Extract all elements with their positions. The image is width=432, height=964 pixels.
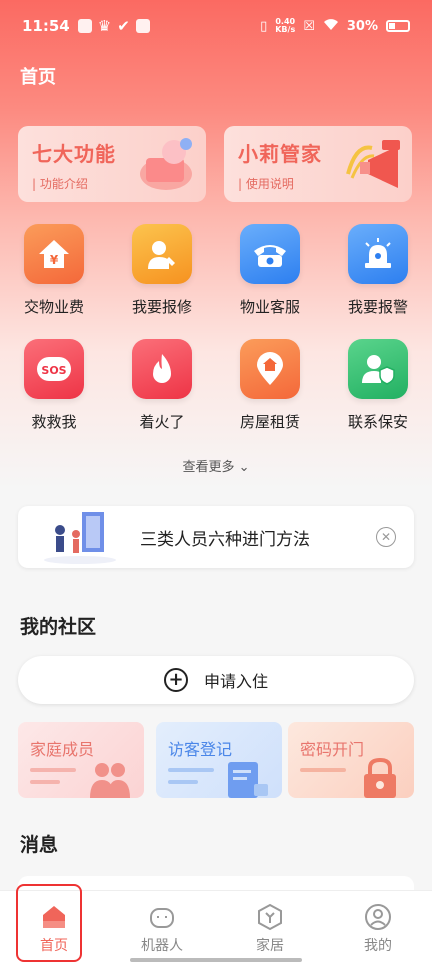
tab-profile[interactable]: 我的 [324,891,432,964]
decor-line [168,768,214,772]
status-bar: 11:54 ♛ ✔ ▯ 0.40 KB/s ☒ 30% [0,0,432,52]
service-label: 我要报警 [347,298,408,316]
decor-line [300,768,346,772]
chevron-down-icon: ⌄ [238,460,250,475]
profile-icon [365,904,391,930]
service-fire[interactable]: 着火了 [108,339,216,432]
security-guard-icon [348,339,408,399]
svg-text:SOS: SOS [41,364,66,377]
service-label: 联系保安 [347,413,408,431]
apply-residence-label: 申请入住 [203,672,268,691]
service-label: 救救我 [31,413,77,431]
phone-icon [240,224,300,284]
speed-unit: KB/s [275,25,296,34]
entry-methods-banner[interactable]: 三类人员六种进门方法 ✕ [18,506,414,568]
service-label: 物业客服 [239,298,300,316]
location-house-icon [240,339,300,399]
status-time: 11:54 [22,17,70,35]
visitor-registration-label: 访客登记 [168,740,233,759]
plus-circle-icon: + [163,668,188,692]
password-unlock-label: 密码开门 [300,740,365,759]
network-speed: 0.40 KB/s [275,18,295,34]
decor-line [30,768,76,772]
notification-icons: ♛ ✔ [77,17,150,35]
password-unlock-card[interactable]: 密码开门 [288,722,414,798]
service-label: 着火了 [139,413,185,431]
apply-residence-button[interactable]: + 申请入住 [18,656,414,704]
see-more-label: 查看更多 [182,460,235,475]
service-repair[interactable]: 我要报修 [108,224,216,317]
family-members-label: 家庭成员 [30,740,95,759]
tab-label: 我的 [364,938,392,954]
family-icon [90,763,130,798]
padlock-icon [364,758,396,798]
service-label: 我要报修 [131,298,192,316]
decor-line [168,780,198,784]
feature-card-butler[interactable]: 小莉管家 | 使用说明 [224,126,412,202]
see-more-link[interactable]: 查看更多 ⌄ [0,456,432,475]
community-section-title: 我的社区 [20,616,97,638]
close-icon[interactable]: ✕ [376,527,396,547]
feature-card-functions[interactable]: 七大功能 | 功能介绍 [18,126,206,202]
service-sos[interactable]: SOS 救救我 [0,339,108,432]
decor-line [30,780,60,784]
battery-icon [386,20,410,32]
gift-box-icon [140,138,192,190]
check-icon: ✔ [117,17,130,35]
fire-icon [132,339,192,399]
service-grid: ¥ 交物业费 我要报修 物业客服 我要报警 SOS 救救我 着火了 房屋租赁 联… [0,224,432,432]
active-tab-highlight [16,884,82,962]
tab-robot[interactable]: 机器人 [108,891,216,964]
app-notification-icon-2 [135,19,150,33]
messages-section-title: 消息 [20,834,59,856]
door-illustration-icon [44,512,116,564]
sim-icon: ☒ [303,18,315,34]
tab-label: 机器人 [141,938,183,954]
service-pay-property-fee[interactable]: ¥ 交物业费 [0,224,108,317]
app-notification-icon [77,19,92,33]
service-customer-service[interactable]: 物业客服 [216,224,324,317]
crown-icon: ♛ [97,17,112,35]
clipboard-lock-icon [228,762,268,798]
visitor-registration-card[interactable]: 访客登记 [156,722,282,798]
service-report-police[interactable]: 我要报警 [324,224,432,317]
battery-percent: 30% [346,18,378,34]
sos-icon: SOS [24,339,84,399]
tab-smart-home[interactable]: 家居 [216,891,324,964]
alarm-icon [348,224,408,284]
banner-text: 三类人员六种进门方法 [140,529,310,550]
service-contact-security[interactable]: 联系保安 [324,339,432,432]
service-label: 交物业费 [23,298,84,316]
megaphone-icon [346,140,400,188]
tab-label: 家居 [256,938,284,954]
home-indicator[interactable] [130,958,302,962]
svg-text:¥: ¥ [50,253,59,267]
family-members-card[interactable]: 家庭成员 [18,722,144,798]
service-house-rental[interactable]: 房屋租赁 [216,339,324,432]
service-label: 房屋租赁 [239,413,300,431]
wifi-icon [323,17,339,35]
robot-icon [150,908,174,928]
vibrate-icon: ▯ [260,18,268,34]
smart-home-icon [258,903,282,931]
repair-icon [132,224,192,284]
status-right: ▯ 0.40 KB/s ☒ 30% [260,17,410,35]
page-title: 首页 [20,67,56,88]
house-yen-icon: ¥ [24,224,84,284]
